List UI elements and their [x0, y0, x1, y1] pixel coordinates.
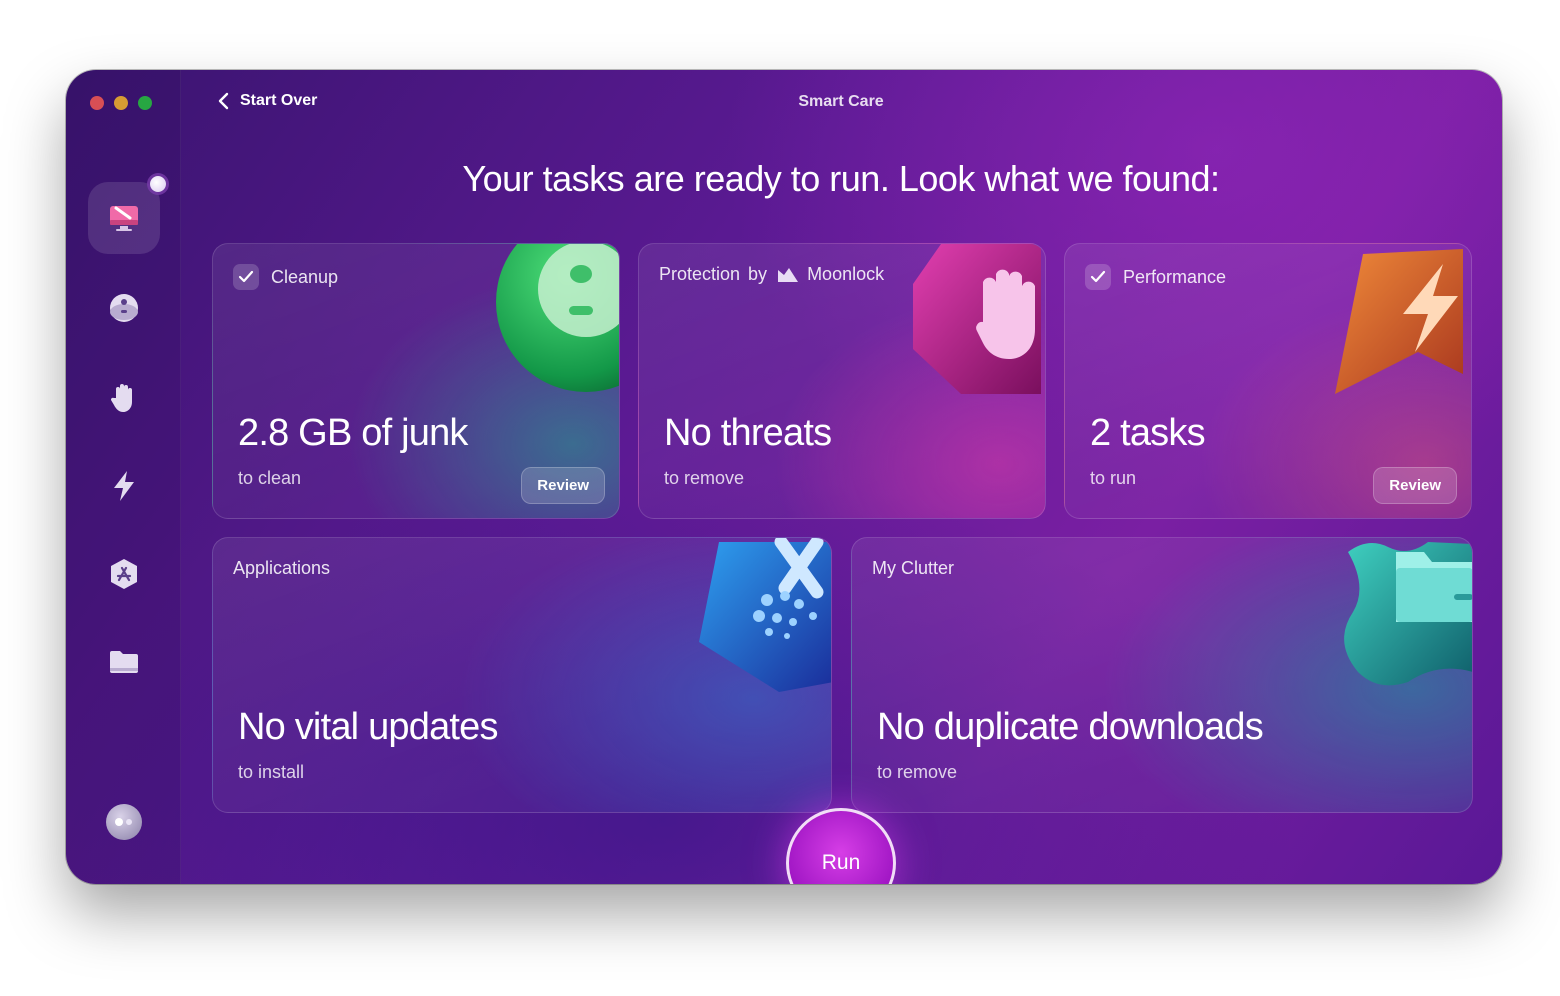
- sidebar-item-smart-care[interactable]: [88, 176, 166, 254]
- assistant-eyes-icon[interactable]: [106, 804, 142, 840]
- cleanup-label: Cleanup: [271, 266, 339, 287]
- protection-label: Protection: [659, 264, 741, 284]
- sidebar-item-protection[interactable]: [88, 362, 160, 434]
- protection-card[interactable]: Protection by Moonlock No threats to rem…: [638, 243, 1046, 519]
- applications-label: Applications: [233, 558, 331, 578]
- protection-subtitle: to remove: [664, 468, 745, 488]
- window-title: Smart Care: [798, 93, 884, 110]
- protection-value: No threats: [664, 412, 832, 454]
- hand-icon: [110, 384, 132, 412]
- page-headline: Your tasks are ready to run. Look what w…: [462, 158, 1220, 199]
- applications-subtitle: to install: [238, 762, 305, 782]
- disk-sphere-icon: [110, 294, 138, 322]
- clutter-card[interactable]: My Clutter No duplicate downloads to rem…: [851, 537, 1473, 813]
- cleanup-review-button[interactable]: Review: [521, 467, 605, 504]
- lightning-icon: [114, 471, 134, 501]
- sidebar: [66, 70, 181, 884]
- cleanup-value: 2.8 GB of junk: [238, 412, 468, 454]
- protection-by-label: by: [748, 264, 768, 284]
- cleanup-checkbox[interactable]: [233, 264, 259, 290]
- folder-icon: [110, 651, 138, 673]
- app-window: Start Over Smart Care Your tasks are rea…: [66, 70, 1502, 884]
- sidebar-item-performance[interactable]: [88, 450, 160, 522]
- applications-header: Applications: [233, 558, 330, 579]
- cleanup-disk-icon: [496, 244, 619, 392]
- performance-lightning-icon: [1335, 249, 1463, 394]
- active-indicator: [150, 176, 166, 192]
- clutter-value: No duplicate downloads: [877, 706, 1264, 748]
- clutter-header: My Clutter: [872, 558, 954, 579]
- applications-tools-icon: [699, 538, 831, 692]
- protection-header: Protection by Moonlock: [659, 264, 884, 285]
- clutter-subtitle: to remove: [877, 762, 958, 782]
- applications-card[interactable]: Applications No vital updates to install: [212, 537, 832, 813]
- protection-brand: Moonlock: [807, 264, 885, 284]
- checkmark-icon: [1090, 270, 1106, 283]
- performance-value: 2 tasks: [1090, 412, 1206, 454]
- clutter-folder-icon: [1344, 542, 1472, 686]
- performance-subtitle: to run: [1090, 468, 1137, 488]
- applications-value: No vital updates: [238, 706, 499, 748]
- performance-card[interactable]: Performance 2 tasks to run Review: [1064, 243, 1472, 519]
- run-button[interactable]: Run: [786, 808, 896, 884]
- cleanup-card[interactable]: Cleanup 2.8 GB of junk to clean Review: [212, 243, 620, 519]
- checkmark-icon: [238, 270, 254, 283]
- protection-hand-icon: [913, 244, 1041, 394]
- performance-label: Performance: [1123, 266, 1227, 287]
- sidebar-item-my-clutter[interactable]: [88, 626, 160, 698]
- app-store-icon: [111, 559, 137, 589]
- sidebar-item-applications[interactable]: [88, 538, 160, 610]
- sidebar-item-cleanup[interactable]: [88, 272, 160, 344]
- monitor-sweep-icon: [110, 206, 138, 231]
- performance-header: Performance: [1085, 264, 1226, 290]
- moonlock-logo-icon: [778, 267, 799, 282]
- performance-checkbox[interactable]: [1085, 264, 1111, 290]
- cleanup-subtitle: to clean: [238, 468, 302, 488]
- performance-review-button[interactable]: Review: [1373, 467, 1457, 504]
- cleanup-header: Cleanup: [233, 264, 338, 290]
- clutter-label: My Clutter: [872, 558, 955, 578]
